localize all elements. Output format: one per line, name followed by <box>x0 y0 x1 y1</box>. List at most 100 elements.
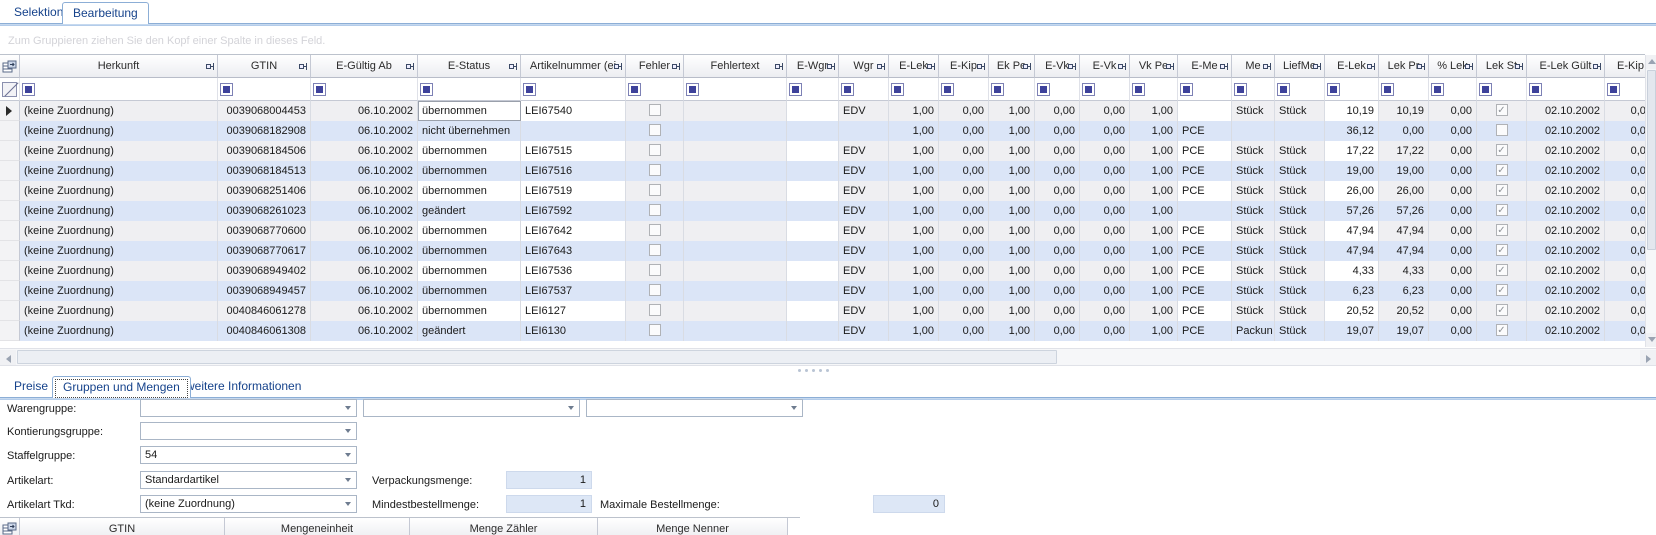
cell-e_kip2[interactable]: 0,00 <box>1605 121 1645 141</box>
column-header-gtin[interactable]: GTIN <box>218 55 311 78</box>
cell-e_status[interactable]: übernommen <box>418 101 521 121</box>
filter-condition-icon[interactable] <box>1431 83 1444 96</box>
cell-gtin[interactable]: 0039068184513 <box>218 161 311 181</box>
cell-me[interactable]: Stück <box>1232 261 1275 281</box>
cell-me[interactable] <box>1232 121 1275 141</box>
cell-e_lek_guelt[interactable]: 02.10.2002 <box>1527 141 1605 161</box>
cell-lek_pr[interactable]: 57,26 <box>1379 201 1429 221</box>
cell-e_status[interactable]: übernommen <box>418 241 521 261</box>
checkbox-fehler-icon[interactable] <box>649 284 661 296</box>
filter-condition-icon[interactable] <box>1037 83 1050 96</box>
cell-e_status[interactable]: nicht übernehmen <box>418 121 521 141</box>
column-header-e_lek1[interactable]: E-Lek <box>889 55 939 78</box>
pin-icon[interactable] <box>1263 62 1272 71</box>
horizontal-scrollbar[interactable] <box>0 348 1656 366</box>
column-header-ek_pe[interactable]: Ek Pe <box>989 55 1035 78</box>
cell-e_vk2[interactable]: 0,00 <box>1080 101 1130 121</box>
cell-me[interactable]: Stück <box>1232 181 1275 201</box>
cell-e_lek_guelt[interactable]: 02.10.2002 <box>1527 281 1605 301</box>
cell-e_lek2[interactable]: 10,19 <box>1325 101 1379 121</box>
grid-corner-icon[interactable] <box>2 522 17 535</box>
cell-e_lek2[interactable]: 19,00 <box>1325 161 1379 181</box>
row-selector[interactable] <box>0 321 20 341</box>
cell-wgr[interactable]: EDV <box>839 281 889 301</box>
checkbox-fehler-icon[interactable] <box>649 144 661 156</box>
cell-e_me[interactable]: PCE <box>1178 121 1232 141</box>
row-selector[interactable] <box>0 221 20 241</box>
filter-cell-e_lek1[interactable] <box>889 78 939 101</box>
cell-vk_pe[interactable]: 1,00 <box>1130 241 1178 261</box>
table-row[interactable]: (keine Zuordnung)004084606130806.10.2002… <box>0 321 1645 341</box>
cell-e_gueltig_ab[interactable]: 06.10.2002 <box>311 321 418 341</box>
cell-herkunft[interactable]: (keine Zuordnung) <box>20 261 218 281</box>
column-header-pct_lek[interactable]: % Lek <box>1429 55 1477 78</box>
cell-me[interactable]: Stück <box>1232 141 1275 161</box>
filter-cell-e_status[interactable] <box>418 78 521 101</box>
dropdown-arrow-icon[interactable] <box>563 401 578 415</box>
cell-fehler[interactable] <box>626 261 684 281</box>
dropdown-arrow-icon[interactable] <box>340 448 355 462</box>
cell-e_lek_guelt[interactable]: 02.10.2002 <box>1527 321 1605 341</box>
cell-artikelnummer[interactable]: LEI67516 <box>521 161 626 181</box>
cell-fehlertext[interactable] <box>684 101 787 121</box>
cell-wgr[interactable]: EDV <box>839 301 889 321</box>
scroll-right-button[interactable] <box>1640 350 1656 365</box>
cell-e_kip2[interactable]: 0,00 <box>1605 281 1645 301</box>
checkbox-lek_st-icon[interactable] <box>1496 124 1508 136</box>
column-header-vk_pe[interactable]: Vk Pe <box>1130 55 1178 78</box>
checkbox-fehler-icon[interactable] <box>649 264 661 276</box>
cell-e_vk1[interactable]: 0,00 <box>1035 261 1080 281</box>
checkbox-fehler-icon[interactable] <box>649 224 661 236</box>
cell-e_lek2[interactable]: 6,23 <box>1325 281 1379 301</box>
cell-e_vk1[interactable]: 0,00 <box>1035 181 1080 201</box>
cell-lief_me[interactable]: Stück <box>1275 101 1325 121</box>
kontierungsgruppe-select[interactable] <box>140 422 357 440</box>
cell-lek_st[interactable] <box>1477 121 1527 141</box>
cell-e_status[interactable]: übernommen <box>418 221 521 241</box>
cell-lek_st[interactable]: ✓ <box>1477 221 1527 241</box>
row-selector[interactable] <box>0 101 20 121</box>
cell-lek_st[interactable]: ✓ <box>1477 321 1527 341</box>
cell-ek_pe[interactable]: 1,00 <box>989 141 1035 161</box>
cell-lek_pr[interactable]: 6,23 <box>1379 281 1429 301</box>
cell-e_wgr[interactable] <box>787 261 839 281</box>
cell-e_vk2[interactable]: 0,00 <box>1080 201 1130 221</box>
cell-me[interactable]: Stück <box>1232 281 1275 301</box>
checkbox-fehler-icon[interactable] <box>649 104 661 116</box>
cell-artikelnummer[interactable]: LEI6130 <box>521 321 626 341</box>
cell-artikelnummer[interactable] <box>521 121 626 141</box>
cell-e_kip1[interactable]: 0,00 <box>939 161 989 181</box>
filter-cell-herkunft[interactable] <box>20 78 218 101</box>
cell-lek_pr[interactable]: 19,00 <box>1379 161 1429 181</box>
cell-wgr[interactable]: EDV <box>839 241 889 261</box>
cell-e_lek2[interactable]: 47,94 <box>1325 221 1379 241</box>
pin-icon[interactable] <box>299 62 308 71</box>
cell-e_kip2[interactable]: 0,00 <box>1605 181 1645 201</box>
filter-condition-icon[interactable] <box>686 83 699 96</box>
cell-herkunft[interactable]: (keine Zuordnung) <box>20 161 218 181</box>
column-header-e_wgr[interactable]: E-Wgr <box>787 55 839 78</box>
cell-ek_pe[interactable]: 1,00 <box>989 301 1035 321</box>
column-header-fehlertext[interactable]: Fehlertext <box>684 55 787 78</box>
cell-fehler[interactable] <box>626 101 684 121</box>
cell-fehlertext[interactable] <box>684 121 787 141</box>
cell-e_lek_guelt[interactable]: 02.10.2002 <box>1527 261 1605 281</box>
pin-icon[interactable] <box>1593 62 1602 71</box>
cell-e_lek1[interactable]: 1,00 <box>889 101 939 121</box>
cell-e_kip2[interactable]: 0,00 <box>1605 301 1645 321</box>
pin-icon[interactable] <box>406 62 415 71</box>
cell-e_status[interactable]: geändert <box>418 201 521 221</box>
table-row[interactable]: (keine Zuordnung)003906818290806.10.2002… <box>0 121 1645 141</box>
cell-e_status[interactable]: übernommen <box>418 181 521 201</box>
cell-e_lek2[interactable]: 4,33 <box>1325 261 1379 281</box>
table-row[interactable]: (keine Zuordnung)004084606127806.10.2002… <box>0 301 1645 321</box>
cell-fehler[interactable] <box>626 321 684 341</box>
filter-cell-e_wgr[interactable] <box>787 78 839 101</box>
column-header-e_lek2[interactable]: E-Lek <box>1325 55 1379 78</box>
checkbox-lek_st-icon[interactable]: ✓ <box>1496 244 1508 256</box>
checkbox-fehler-icon[interactable] <box>649 184 661 196</box>
cell-wgr[interactable]: EDV <box>839 261 889 281</box>
filter-condition-icon[interactable] <box>1479 83 1492 96</box>
cell-fehler[interactable] <box>626 141 684 161</box>
row-selector[interactable] <box>0 201 20 221</box>
